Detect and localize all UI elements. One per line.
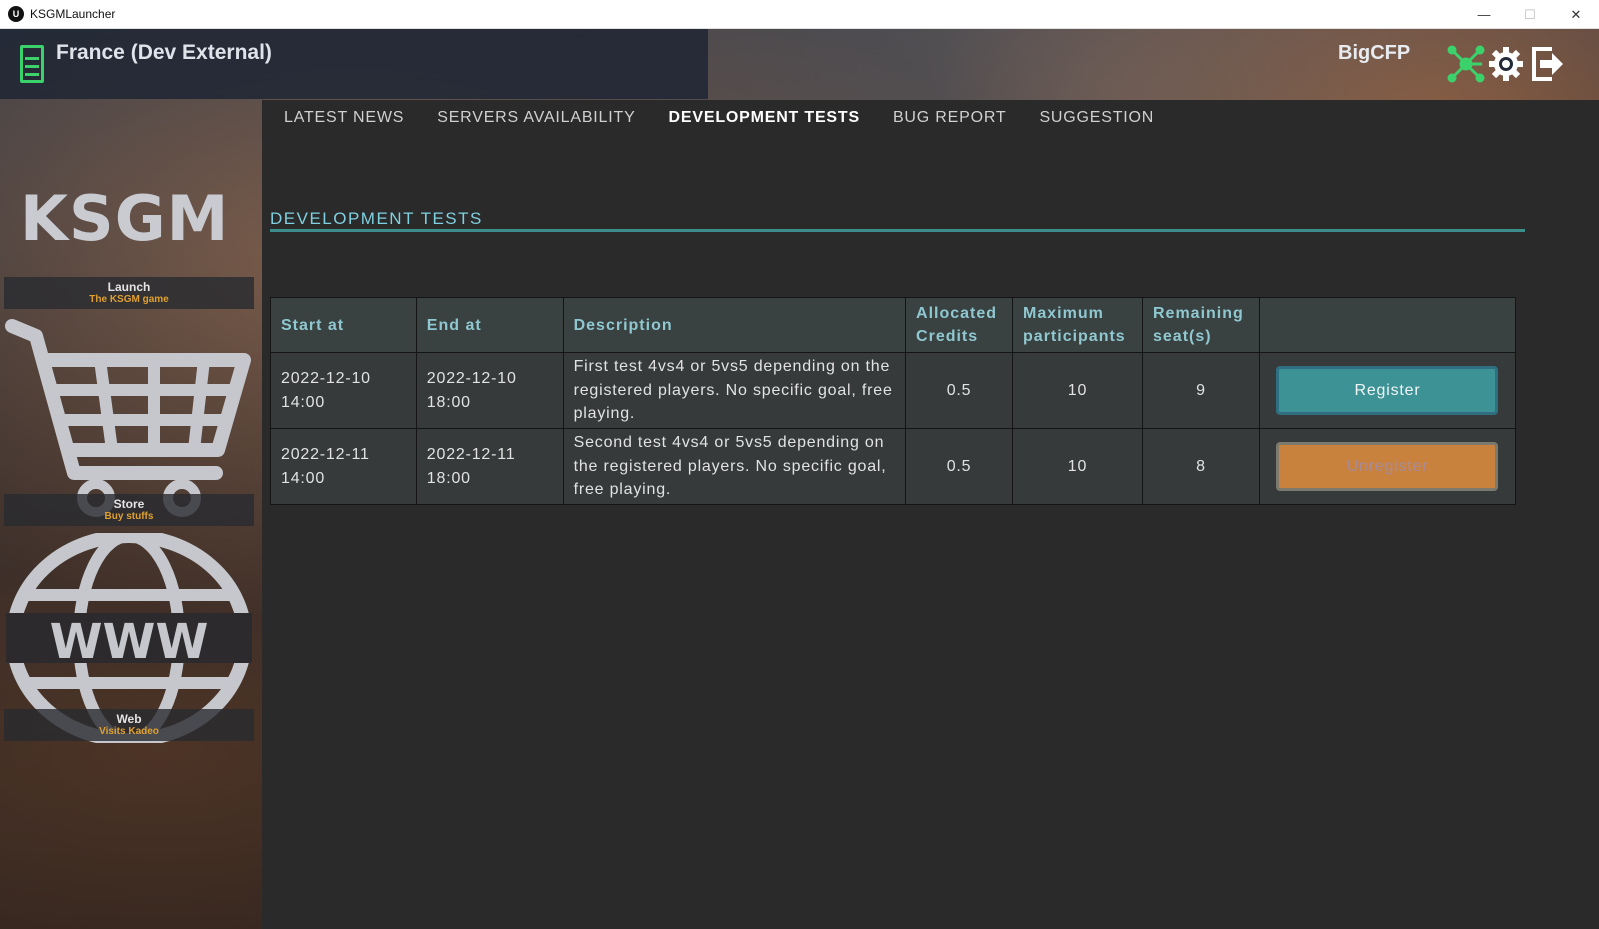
sidebar-item-label: Web: [116, 712, 142, 726]
remaining-cell: 9: [1142, 352, 1260, 429]
table-header-row: Start at End at Description Allocated Cr…: [270, 297, 1517, 353]
sidebar-item-sublabel: Buy stuffs: [104, 511, 154, 522]
column-header-action: [1258, 297, 1517, 353]
development-tests-table: Start at End at Description Allocated Cr…: [270, 297, 1517, 505]
sidebar: KSGM Launch The KSGM game Store Buy stuf…: [4, 100, 258, 760]
sidebar-launch-label: Launch The KSGM game: [4, 277, 254, 309]
window-title: KSGMLauncher: [30, 7, 116, 21]
column-header-end: End at: [415, 297, 564, 353]
app-icon: U: [8, 6, 24, 22]
sidebar-item-sublabel: The KSGM game: [89, 294, 169, 305]
tab-bug-report[interactable]: BUG REPORT: [893, 109, 1007, 127]
sidebar-item-label: Store: [113, 497, 145, 511]
description-cell: First test 4vs4 or 5vs5 depending on the…: [562, 352, 907, 429]
description-cell: Second test 4vs4 or 5vs5 depending on th…: [562, 428, 907, 505]
start-cell: 2022-12-11 14:00: [270, 428, 417, 505]
minimize-button[interactable]: —: [1461, 0, 1507, 29]
logout-icon[interactable]: [1528, 45, 1566, 83]
close-button[interactable]: ✕: [1553, 0, 1599, 29]
register-button[interactable]: Register: [1276, 366, 1499, 415]
table-row: 2022-12-11 14:00 2022-12-11 18:00 Second…: [270, 428, 1517, 505]
column-header-credits: Allocated Credits: [905, 297, 1014, 353]
sidebar-item-sublabel: Visits Kadeo: [99, 726, 159, 737]
window-titlebar: U KSGMLauncher — ☐ ✕: [0, 0, 1599, 29]
section-divider: [270, 229, 1525, 232]
end-cell: 2022-12-10 18:00: [415, 352, 564, 429]
main-panel: LATEST NEWS SERVERS AVAILABILITY DEVELOP…: [262, 100, 1599, 929]
start-cell: 2022-12-10 14:00: [270, 352, 417, 429]
column-header-description: Description: [562, 297, 907, 353]
column-header-remaining: Remaining seat(s): [1142, 297, 1260, 353]
tab-latest-news[interactable]: LATEST NEWS: [284, 109, 404, 127]
www-text: WWW: [50, 614, 209, 670]
tab-bar: LATEST NEWS SERVERS AVAILABILITY DEVELOP…: [284, 109, 1187, 127]
menu-icon[interactable]: [20, 45, 44, 83]
maximize-button[interactable]: ☐: [1507, 0, 1553, 29]
action-cell: Register: [1258, 352, 1517, 429]
network-icon[interactable]: [1447, 45, 1485, 83]
action-cell: Unregister: [1258, 428, 1517, 505]
gear-icon[interactable]: [1487, 45, 1525, 83]
server-name: France (Dev External): [56, 41, 272, 64]
sidebar-item-web[interactable]: WWW Web Visits Kadeo: [4, 533, 258, 743]
column-header-start: Start at: [270, 297, 417, 353]
table-row: 2022-12-10 14:00 2022-12-10 18:00 First …: [270, 352, 1517, 429]
credits-cell: 0.5: [905, 428, 1014, 505]
unregister-button[interactable]: Unregister: [1276, 442, 1499, 491]
tab-servers-availability[interactable]: SERVERS AVAILABILITY: [437, 109, 635, 127]
shopping-cart-icon: [5, 319, 251, 517]
tab-development-tests[interactable]: DEVELOPMENT TESTS: [669, 109, 860, 127]
max-participants-cell: 10: [1012, 428, 1143, 505]
sidebar-store-label: Store Buy stuffs: [4, 494, 254, 526]
sidebar-item-launch[interactable]: KSGM Launch The KSGM game: [4, 100, 258, 310]
credits-cell: 0.5: [905, 352, 1014, 429]
sidebar-item-label: Launch: [107, 280, 151, 294]
sidebar-item-store[interactable]: Store Buy stuffs: [4, 318, 258, 526]
sidebar-web-label: Web Visits Kadeo: [4, 709, 254, 741]
ksgm-logo: KSGM: [20, 182, 230, 255]
end-cell: 2022-12-11 18:00: [415, 428, 564, 505]
column-header-max-participants: Maximum participants: [1012, 297, 1143, 353]
max-participants-cell: 10: [1012, 352, 1143, 429]
username: BigCFP: [1338, 42, 1411, 64]
window-controls: — ☐ ✕: [1461, 0, 1599, 29]
remaining-cell: 8: [1142, 428, 1260, 505]
tab-suggestion[interactable]: SUGGESTION: [1039, 109, 1154, 127]
section-title: DEVELOPMENT TESTS: [270, 209, 483, 228]
